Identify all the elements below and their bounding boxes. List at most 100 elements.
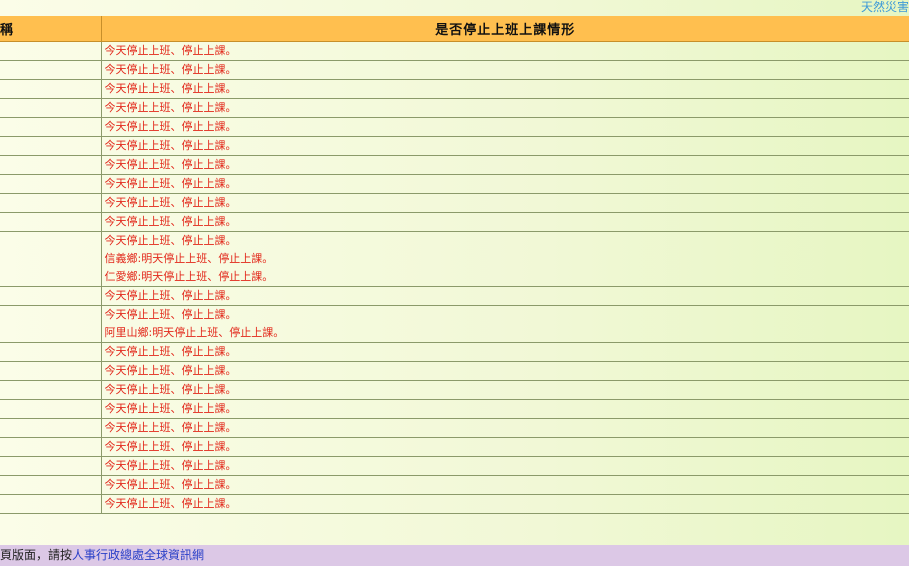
table-row: 今天停止上班、停止上課。	[0, 136, 909, 156]
table-row: 今天停止上班、停止上課。	[0, 98, 909, 118]
status-cell: 今天停止上班、停止上課。	[101, 60, 909, 80]
status-cell: 今天停止上班、停止上課。	[101, 494, 909, 514]
region-name-cell	[0, 361, 102, 381]
status-line: 今天停止上班、停止上課。	[104, 158, 237, 171]
status-line: 今天停止上班、停止上課。	[104, 497, 237, 510]
table-row: 今天停止上班、停止上課。	[0, 418, 909, 438]
status-cell: 今天停止上班、停止上課。	[101, 361, 909, 381]
status-line: 今天停止上班、停止上課。	[104, 82, 237, 95]
region-name-cell	[0, 117, 102, 137]
table-row: 今天停止上班、停止上課。	[0, 174, 909, 194]
region-name-cell	[0, 79, 102, 99]
status-cell: 今天停止上班、停止上課。	[101, 98, 909, 118]
region-name-cell	[0, 60, 102, 80]
region-name-cell	[0, 231, 102, 287]
status-line: 今天停止上班、停止上課。	[104, 308, 237, 321]
table-row: 今天停止上班、停止上課。	[0, 286, 909, 306]
status-cell: 今天停止上班、停止上課。	[101, 193, 909, 213]
region-name-cell	[0, 286, 102, 306]
region-name-cell	[0, 380, 102, 400]
region-name-cell	[0, 399, 102, 419]
status-line: 今天停止上班、停止上課。	[104, 383, 237, 396]
table-row: 今天停止上班、停止上課。	[0, 494, 909, 514]
footer-text: 頁版面，請按	[0, 548, 73, 562]
table-row: 今天停止上班、停止上課。信義鄉:明天停止上班、停止上課。 仁愛鄉:明天停止上班、停…	[0, 231, 909, 287]
status-line: 今天停止上班、停止上課。	[104, 289, 237, 302]
table-row: 今天停止上班、停止上課。	[0, 456, 909, 476]
status-line: 今天停止上班、停止上課。	[104, 215, 237, 228]
table-row: 今天停止上班、停止上課。	[0, 193, 909, 213]
region-name-cell	[0, 418, 102, 438]
status-line: 今天停止上班、停止上課。	[104, 177, 237, 190]
status-cell: 今天停止上班、停止上課。	[101, 456, 909, 476]
status-cell: 今天停止上班、停止上課。	[101, 475, 909, 495]
status-cell: 今天停止上班、停止上課。	[101, 174, 909, 194]
status-cell: 今天停止上班、停止上課。	[101, 380, 909, 400]
cpa-website-link[interactable]: 人事行政總處全球資訊網	[72, 548, 204, 562]
status-cell: 今天停止上班、停止上課。	[101, 399, 909, 419]
status-line: 今天停止上班、停止上課。	[104, 44, 237, 57]
status-line: 仁愛鄉:明天停止上班、停止上課。	[104, 270, 274, 283]
status-cell: 今天停止上班、停止上課。	[101, 286, 909, 306]
natural-disaster-link[interactable]: 天然災害	[861, 0, 909, 15]
status-cell: 今天停止上班、停止上課。	[101, 41, 909, 61]
status-line: 今天停止上班、停止上課。	[104, 364, 237, 377]
region-name-cell	[0, 98, 102, 118]
status-cell: 今天停止上班、停止上課。	[101, 437, 909, 457]
table-row: 今天停止上班、停止上課。	[0, 79, 909, 99]
table-row: 今天停止上班、停止上課。	[0, 399, 909, 419]
status-cell: 今天停止上班、停止上課。	[101, 79, 909, 99]
status-line: 今天停止上班、停止上課。	[104, 63, 237, 76]
column-header-status: 是否停止上班上課情形	[101, 16, 909, 42]
table-row: 今天停止上班、停止上課。阿里山鄉:明天停止上班、停止上課。	[0, 305, 909, 343]
region-name-cell	[0, 305, 102, 343]
status-cell: 今天停止上班、停止上課。	[101, 418, 909, 438]
status-cell: 今天停止上班、停止上課。	[101, 117, 909, 137]
status-line: 今天停止上班、停止上課。	[104, 101, 237, 114]
region-name-cell	[0, 136, 102, 156]
status-line: 今天停止上班、停止上課。	[104, 440, 237, 453]
status-line: 今天停止上班、停止上課。	[104, 234, 237, 247]
status-line: 今天停止上班、停止上課。	[104, 478, 237, 491]
table-row: 今天停止上班、停止上課。	[0, 342, 909, 362]
table-row: 今天停止上班、停止上課。	[0, 155, 909, 175]
status-line: 今天停止上班、停止上課。	[104, 139, 237, 152]
status-line: 今天停止上班、停止上課。	[104, 459, 237, 472]
status-cell: 今天停止上班、停止上課。	[101, 212, 909, 232]
table-header-row: 稱 是否停止上班上課情形	[0, 16, 909, 42]
status-cell: 今天停止上班、停止上課。	[101, 342, 909, 362]
table-body: 今天停止上班、停止上課。 今天停止上班、停止上課。 今天停止上班、停止上課。 今天停止…	[0, 41, 909, 514]
top-bar: 天然災害	[0, 0, 909, 16]
table-row: 今天停止上班、停止上課。	[0, 117, 909, 137]
status-cell: 今天停止上班、停止上課。	[101, 136, 909, 156]
footer: 頁版面，請按人事行政總處全球資訊網	[0, 545, 909, 566]
status-line: 阿里山鄉:明天停止上班、停止上課。	[104, 326, 285, 339]
status-cell: 今天停止上班、停止上課。	[101, 155, 909, 175]
region-name-cell	[0, 475, 102, 495]
status-line: 今天停止上班、停止上課。	[104, 421, 237, 434]
table-row: 今天停止上班、停止上課。	[0, 380, 909, 400]
table-row: 今天停止上班、停止上課。	[0, 212, 909, 232]
table-row: 今天停止上班、停止上課。	[0, 361, 909, 381]
status-line: 今天停止上班、停止上課。	[104, 402, 237, 415]
region-name-cell	[0, 456, 102, 476]
region-name-cell	[0, 155, 102, 175]
table-row: 今天停止上班、停止上課。	[0, 475, 909, 495]
region-name-cell	[0, 193, 102, 213]
status-line: 今天停止上班、停止上課。	[104, 196, 237, 209]
region-name-cell	[0, 494, 102, 514]
region-name-cell	[0, 174, 102, 194]
status-line: 今天停止上班、停止上課。	[104, 120, 237, 133]
region-name-cell	[0, 41, 102, 61]
closure-status-table: 稱 是否停止上班上課情形 今天停止上班、停止上課。 今天停止上班、停止上課。 今天停…	[0, 16, 909, 514]
table-row: 今天停止上班、停止上課。	[0, 437, 909, 457]
region-name-cell	[0, 212, 102, 232]
status-line: 信義鄉:明天停止上班、停止上課。	[104, 252, 274, 265]
status-cell: 今天停止上班、停止上課。信義鄉:明天停止上班、停止上課。 仁愛鄉:明天停止上班、停…	[101, 231, 909, 287]
column-header-name: 稱	[0, 16, 102, 42]
region-name-cell	[0, 342, 102, 362]
table-row: 今天停止上班、停止上課。	[0, 60, 909, 80]
table-row: 今天停止上班、停止上課。	[0, 41, 909, 61]
region-name-cell	[0, 437, 102, 457]
status-line: 今天停止上班、停止上課。	[104, 345, 237, 358]
